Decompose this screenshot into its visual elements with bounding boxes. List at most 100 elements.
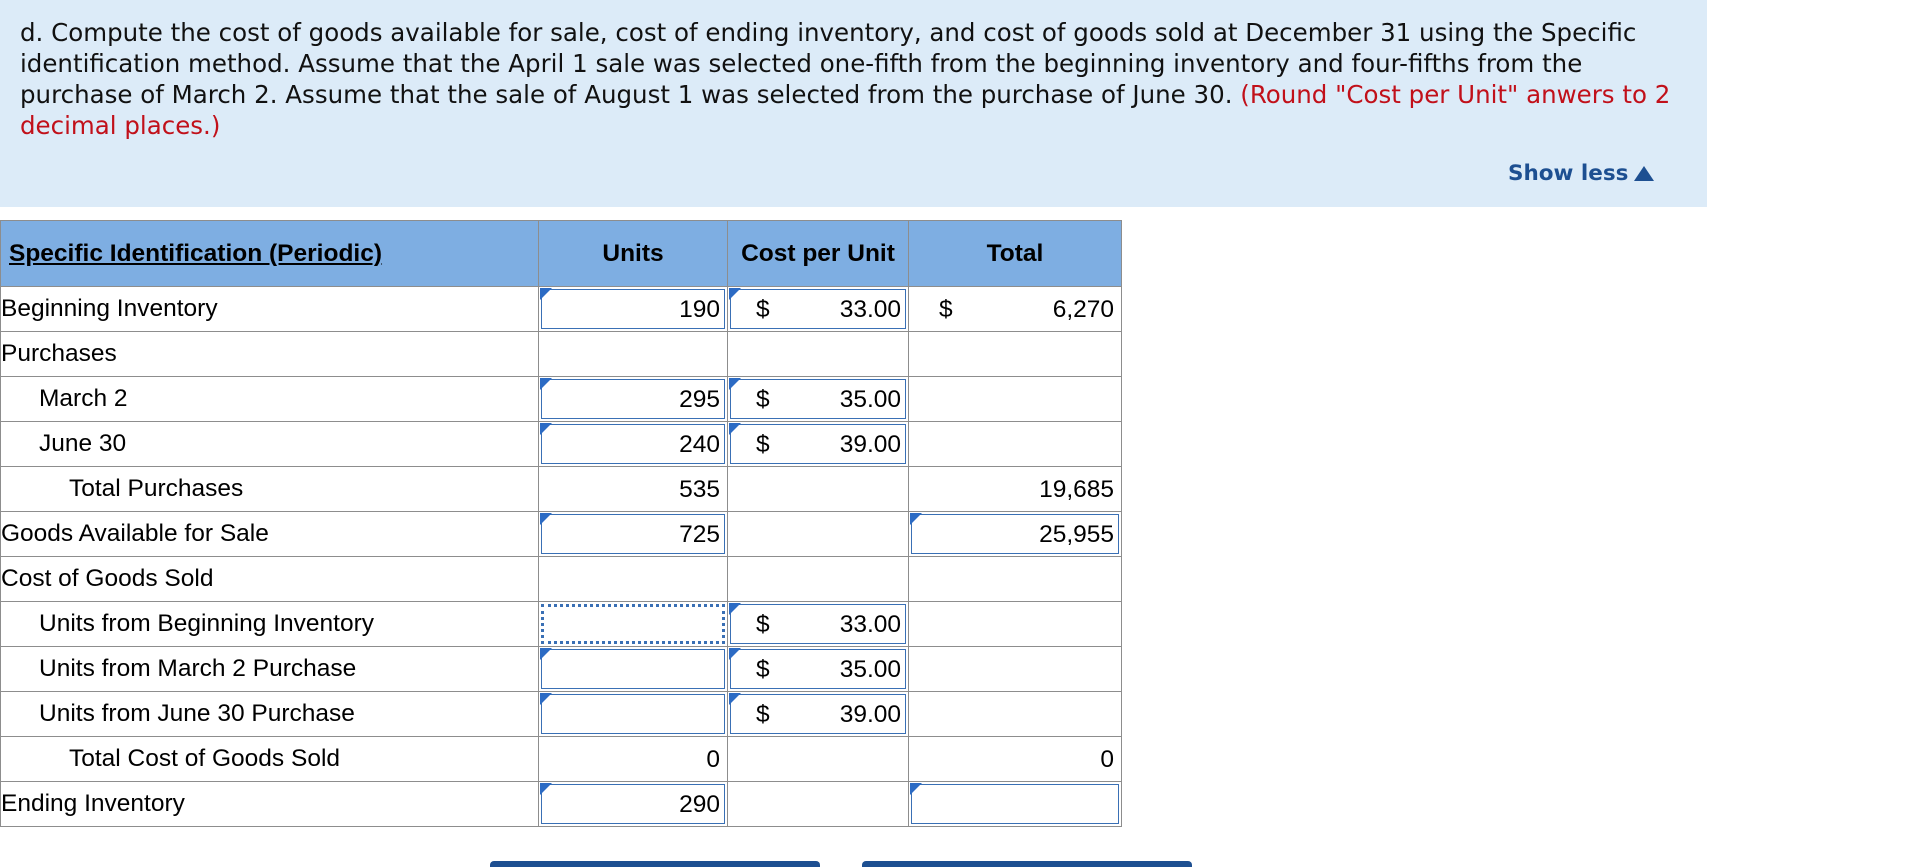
table-row-june-30: June 30 240 $39.00 <box>0 421 1122 467</box>
flag-icon <box>729 603 741 615</box>
units-value: 190 <box>679 296 720 323</box>
flag-icon <box>540 378 552 390</box>
units-cell <box>538 556 728 602</box>
currency-symbol: $ <box>756 611 770 638</box>
flag-icon <box>540 693 552 705</box>
currency-symbol: $ <box>756 431 770 458</box>
cost-cell: $33.00 <box>727 286 909 332</box>
cost-value: 39.00 <box>839 701 901 728</box>
row-label: Cost of Goods Sold <box>0 556 539 602</box>
flag-icon <box>540 648 552 660</box>
units-cell: 190 <box>538 286 728 332</box>
units-cell: 725 <box>538 511 728 557</box>
cost-cell <box>727 511 909 557</box>
total-cell <box>908 691 1122 737</box>
total-input[interactable] <box>911 784 1119 824</box>
cost-cell: $39.00 <box>727 421 909 467</box>
total-value: 6,270 <box>1052 296 1114 323</box>
units-value: 0 <box>706 746 720 773</box>
total-cell <box>908 421 1122 467</box>
units-cell <box>538 601 728 647</box>
units-cell <box>538 691 728 737</box>
flag-icon <box>540 423 552 435</box>
units-cell <box>538 646 728 692</box>
total-cell: 0 <box>908 736 1122 782</box>
question-panel: d. Compute the cost of goods available f… <box>0 0 1707 207</box>
table-header-row: Specific Identification (Periodic) Units… <box>0 220 1122 287</box>
header-units: Units <box>538 220 728 287</box>
header-total: Total <box>908 220 1122 287</box>
total-cell <box>908 376 1122 422</box>
flag-icon <box>729 378 741 390</box>
units-value: 295 <box>679 386 720 413</box>
cost-cell: $35.00 <box>727 376 909 422</box>
units-cell: 290 <box>538 781 728 827</box>
flag-icon <box>729 648 741 660</box>
total-cell <box>908 646 1122 692</box>
units-input[interactable] <box>541 604 725 644</box>
row-label: Ending Inventory <box>0 781 539 827</box>
row-label: June 30 <box>0 421 539 467</box>
table-row-units-from-march-2: Units from March 2 Purchase $35.00 <box>0 646 1122 692</box>
row-label: Units from June 30 Purchase <box>0 691 539 737</box>
cost-cell: $35.00 <box>727 646 909 692</box>
flag-icon <box>729 693 741 705</box>
currency-symbol: $ <box>756 656 770 683</box>
table-row-total-cogs: Total Cost of Goods Sold 0 0 <box>0 736 1122 782</box>
cost-value: 39.00 <box>839 431 901 458</box>
flag-icon <box>540 513 552 525</box>
show-less-label: Show less <box>1508 161 1629 186</box>
row-label: Total Purchases <box>0 466 539 512</box>
total-cell <box>908 331 1122 377</box>
units-value: 725 <box>679 521 720 548</box>
row-label: Beginning Inventory <box>0 286 539 332</box>
units-cell: 295 <box>538 376 728 422</box>
flag-icon <box>540 288 552 300</box>
total-cell <box>908 781 1122 827</box>
units-cell <box>538 331 728 377</box>
triangle-up-icon <box>1634 166 1655 181</box>
show-less-link[interactable]: Show less <box>1508 161 1655 186</box>
cost-cell <box>727 781 909 827</box>
cost-cell <box>727 736 909 782</box>
flag-icon <box>729 423 741 435</box>
total-value: 25,955 <box>1039 521 1114 548</box>
currency-symbol: $ <box>939 296 953 323</box>
total-cell <box>908 601 1122 647</box>
cost-cell: $39.00 <box>727 691 909 737</box>
cost-value: 35.00 <box>839 656 901 683</box>
total-value: 0 <box>1100 746 1114 773</box>
table-row-goods-available: Goods Available for Sale 725 25,955 <box>0 511 1122 557</box>
flag-icon <box>729 288 741 300</box>
table-row-beginning-inventory: Beginning Inventory 190 $33.00 $6,270 <box>0 286 1122 332</box>
row-label: Total Cost of Goods Sold <box>0 736 539 782</box>
question-text: d. Compute the cost of goods available f… <box>20 17 1692 141</box>
table-row-march-2: March 2 295 $35.00 <box>0 376 1122 422</box>
units-input[interactable] <box>541 649 725 689</box>
cost-cell: $33.00 <box>727 601 909 647</box>
specific-identification-table: Specific Identification (Periodic) Units… <box>0 220 1122 827</box>
cost-cell <box>727 556 909 602</box>
table-row-ending-inventory: Ending Inventory 290 <box>0 781 1122 827</box>
row-label: Goods Available for Sale <box>0 511 539 557</box>
row-label: March 2 <box>0 376 539 422</box>
total-cell <box>908 556 1122 602</box>
flag-icon <box>910 513 922 525</box>
units-value: 290 <box>679 791 720 818</box>
currency-symbol: $ <box>756 701 770 728</box>
cost-cell <box>727 466 909 512</box>
table-row-units-from-beginning: Units from Beginning Inventory $33.00 <box>0 601 1122 647</box>
units-input[interactable] <box>541 694 725 734</box>
table-row-total-purchases: Total Purchases 535 19,685 <box>0 466 1122 512</box>
units-value: 240 <box>679 431 720 458</box>
row-label: Purchases <box>0 331 539 377</box>
units-value: 535 <box>679 476 720 503</box>
cost-value: 35.00 <box>839 386 901 413</box>
total-cell: 19,685 <box>908 466 1122 512</box>
cost-value: 33.00 <box>839 296 901 323</box>
header-cost-per-unit: Cost per Unit <box>727 220 909 287</box>
units-cell: 240 <box>538 421 728 467</box>
cost-cell <box>727 331 909 377</box>
units-cell: 535 <box>538 466 728 512</box>
total-cell: $6,270 <box>908 286 1122 332</box>
